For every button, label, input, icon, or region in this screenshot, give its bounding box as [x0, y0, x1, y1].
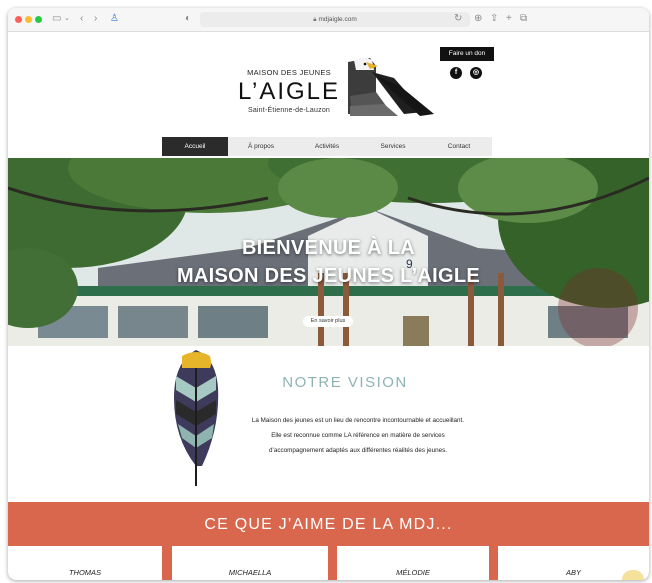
address-bar[interactable]: 🔒︎ mdjaigle.com	[200, 12, 470, 27]
vision-line1: La Maison des jeunes est un lieu de renc…	[251, 417, 465, 424]
vision-text: La Maison des jeunes est un lieu de renc…	[220, 413, 496, 458]
chevron-down-icon[interactable]: ⌄	[64, 13, 70, 25]
nav-item-activites[interactable]: Activités	[294, 137, 360, 156]
eagle-logo-icon	[348, 58, 434, 116]
lock-icon: 🔒︎	[313, 17, 317, 23]
zoom-window-button[interactable]	[35, 16, 42, 23]
browser-toolbar: ▭ ⌄ ‹ › ♙ ◐ 🔒︎ mdjaigle.com ↻ ⊕ ⇪ + ⧉	[8, 8, 649, 32]
download-icon[interactable]: ⊕	[474, 13, 482, 25]
nav-item-services[interactable]: Services	[360, 137, 426, 156]
facebook-icon[interactable]: f	[450, 67, 462, 79]
browser-window: ▭ ⌄ ‹ › ♙ ◐ 🔒︎ mdjaigle.com ↻ ⊕ ⇪ + ⧉ MAI…	[8, 8, 649, 580]
donate-button[interactable]: Faire un don	[440, 47, 494, 61]
site-logo[interactable]: MAISON DES JEUNES L’AIGLE Saint-Étienne-…	[230, 68, 348, 114]
nav-item-contact[interactable]: Contact	[426, 137, 492, 156]
hero-title: BIENVENUE À LA MAISON DES JEUNES L’AIGLE	[8, 234, 649, 290]
url-text: mdjaigle.com	[318, 16, 357, 23]
reload-icon[interactable]: ↻	[454, 13, 462, 25]
tabs-overview-icon[interactable]: ⧉	[520, 13, 527, 25]
testimonial-name: MICHAELLA	[228, 568, 272, 577]
nav-item-a-propos[interactable]: À propos	[228, 137, 294, 156]
new-tab-icon[interactable]: +	[506, 13, 512, 25]
testimonial-name: ABY	[565, 568, 581, 577]
minimize-window-button[interactable]	[25, 16, 32, 23]
hero-banner: 9 BIENVENUE À LA MAISON DES JEUNES L’AIG…	[8, 158, 649, 346]
learn-more-button[interactable]: En savoir plus	[303, 316, 353, 327]
logo-location-text: Saint-Étienne-de-Lauzon	[247, 107, 331, 114]
sidebar-icon[interactable]: ▭	[52, 13, 61, 25]
nav-item-accueil[interactable]: Accueil	[162, 137, 228, 156]
privacy-shield-icon[interactable]: ♙	[110, 13, 119, 25]
forward-icon[interactable]: ›	[94, 13, 97, 25]
testimonial-card[interactable]: MÉLODIE	[337, 546, 489, 580]
reader-icon[interactable]: ◐	[185, 13, 191, 25]
testimonials-title: CE QUE J’AIME DE LA MDJ...	[204, 516, 453, 533]
testimonial-name: THOMAS	[68, 568, 102, 577]
hero-title-line1: BIENVENUE À LA	[241, 237, 416, 259]
vision-title: NOTRE VISION	[282, 374, 408, 391]
testimonial-card[interactable]: THOMAS	[8, 546, 162, 580]
logo-main-text: L’AIGLE	[237, 78, 341, 105]
instagram-icon[interactable]: ◎	[470, 67, 482, 79]
testimonial-name: MÉLODIE	[396, 568, 430, 577]
feather-icon	[174, 350, 219, 486]
testimonial-card[interactable]: MICHAELLA	[172, 546, 328, 580]
share-icon[interactable]: ⇪	[490, 13, 498, 25]
testimonials-band: CE QUE J’AIME DE LA MDJ...	[8, 502, 649, 546]
main-nav: Accueil À propos Activités Services Cont…	[162, 137, 492, 156]
close-window-button[interactable]	[15, 16, 22, 23]
logo-top-text: MAISON DES JEUNES	[247, 68, 331, 77]
back-icon[interactable]: ‹	[80, 13, 83, 25]
vision-line2: Elle est reconnue comme LA référence en …	[271, 432, 445, 439]
vision-line3: d’accompagnement adaptés aux différentes…	[268, 447, 448, 454]
hero-title-line2: MAISON DES JEUNES L’AIGLE	[176, 265, 481, 287]
